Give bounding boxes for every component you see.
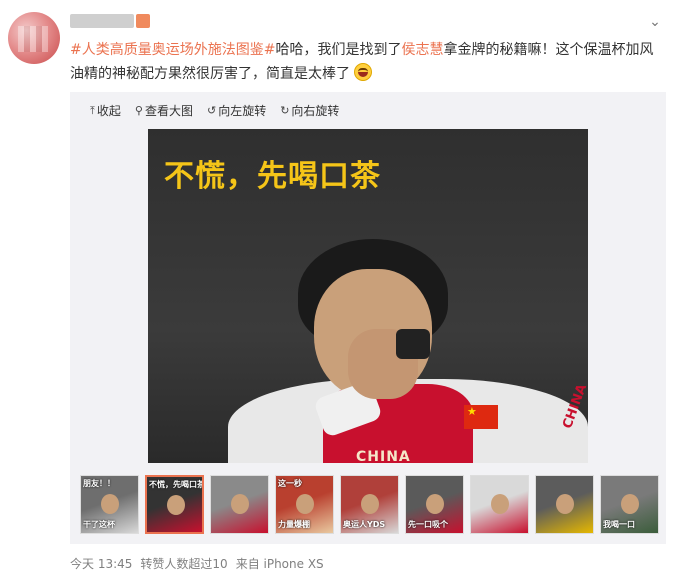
post-time: 今天 13:45 (70, 557, 133, 571)
china-flag-icon (464, 405, 498, 429)
rotate-right-icon: ↻ (280, 104, 290, 117)
thumbnail[interactable]: 先一口吸个 (405, 475, 464, 534)
thumbnail[interactable] (535, 475, 594, 534)
thumbnail[interactable]: 这一秒 力量爆棚 (275, 475, 334, 534)
thumbnail-figure (491, 494, 509, 514)
post-text-part2: 拿金牌的秘籍嘛！这个保温杯加风 (443, 42, 654, 58)
view-large-label: 查看大图 (144, 104, 193, 118)
main-image[interactable]: CHINA CHINA 不慌，先喝口茶 (148, 129, 588, 463)
thumbnail-figure (361, 494, 379, 514)
thumbnail-label-bottom: 力量爆棚 (278, 520, 310, 529)
collapse-icon: ⤒ (90, 104, 95, 117)
username-blurred[interactable] (70, 14, 134, 28)
thumbnail[interactable]: 朋友！！ 干了这杯 (80, 475, 139, 534)
thumbnail-figure (167, 495, 185, 515)
topic-link[interactable]: #人类高质量奥运场外施法图鉴# (70, 42, 275, 58)
rotate-left-icon: ↺ (206, 104, 217, 117)
post-text: #人类高质量奥运场外施法图鉴#哈哈，我们是找到了侯志慧拿金牌的秘籍嘛！这个保温杯… (70, 38, 660, 86)
rotate-right-label: 向右旋转 (291, 104, 340, 118)
post-footer: 今天 13:45 转赞人数超过10 来自 iPhone XS (70, 555, 324, 572)
avatar[interactable] (8, 12, 60, 64)
image-caption: 不慌，先喝口茶 (164, 159, 381, 194)
thumbnail[interactable]: 不慌，先喝口茶 (145, 475, 204, 534)
thumbnail-label-bottom: 我喝一口 (603, 520, 635, 529)
post-source[interactable]: 来自 iPhone XS (236, 555, 324, 572)
media-viewer: ⤒ 收起 ⚲ 查看大图 ↺ 向左旋转 ↻ 向右旋转 CHINA CHINA 不慌… (70, 92, 666, 544)
rotate-left-button[interactable]: ↺ 向左旋转 (207, 102, 266, 120)
thumbnail-label-bottom: 奥运人YDS (343, 520, 386, 529)
thumbnail-figure (101, 494, 119, 514)
thumbnail-figure (621, 494, 639, 514)
thumbnail-figure (296, 494, 314, 514)
rotate-right-button[interactable]: ↻ 向右旋转 (280, 102, 339, 120)
thumbnail-label-top: 这一秒 (278, 479, 302, 488)
thumbnail[interactable] (210, 475, 269, 534)
user-badge-icon (136, 14, 150, 28)
thumbnail[interactable]: 奥运人YDS (340, 475, 399, 534)
thumbnail-figure (231, 494, 249, 514)
thumbnail-figure (556, 494, 574, 514)
post-text-part1: 哈哈，我们是找到了 (275, 42, 402, 58)
magnifier-icon: ⚲ (134, 104, 143, 117)
thumbnail-label-bottom: 先一口吸个 (408, 520, 448, 529)
thumbnail-label-top: 不慌，先喝口茶 (149, 480, 204, 489)
thumbnail[interactable] (470, 475, 529, 534)
collapse-button[interactable]: ⤒ 收起 (90, 102, 121, 120)
post-text-line2: 油精的神秘配方果然很厉害了，简直是太棒了 (70, 66, 350, 82)
thumbnail-label-bottom: 干了这杯 (83, 520, 115, 529)
view-large-button[interactable]: ⚲ 查看大图 (135, 102, 193, 120)
thumbnail-label-top: 朋友！！ (83, 479, 115, 488)
vest-text: CHINA (356, 449, 411, 463)
thumbnail-figure (426, 494, 444, 514)
chevron-down-icon[interactable]: ⌄ (647, 14, 663, 30)
thermos-cup (396, 329, 430, 359)
media-toolbar: ⤒ 收起 ⚲ 查看大图 ↺ 向左旋转 ↻ 向右旋转 (90, 102, 339, 120)
laughing-emoji-icon (354, 63, 373, 81)
repost-count: 转赞人数超过10 (140, 557, 228, 571)
thumbnail-strip: 朋友！！ 干了这杯 不慌，先喝口茶 这一秒 力量爆棚 奥运人YDS 先一口吸个 我喝一口 (80, 475, 659, 534)
collapse-label: 收起 (96, 104, 121, 118)
rotate-left-label: 向左旋转 (218, 104, 267, 118)
thumbnail[interactable]: 我喝一口 (600, 475, 659, 534)
mention-link[interactable]: 侯志慧 (401, 42, 443, 58)
